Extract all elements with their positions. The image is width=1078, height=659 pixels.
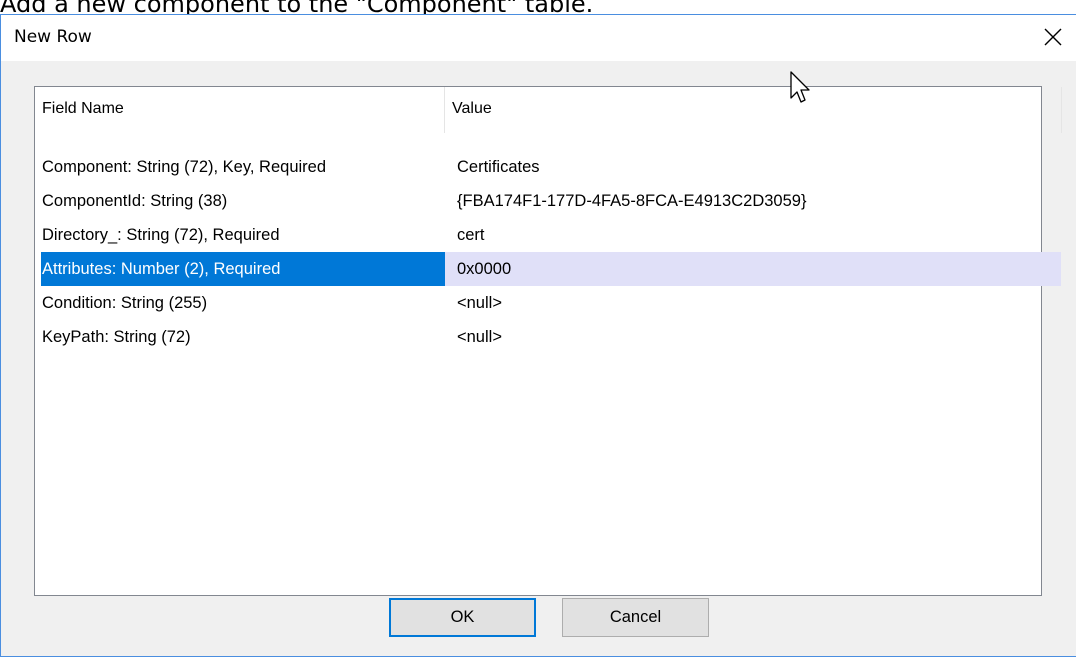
new-row-dialog: New Row Field Name Value Component: Stri… [0, 14, 1077, 657]
value-cell: <null> [457, 328, 502, 346]
column-header-field-name[interactable]: Field Name [35, 87, 445, 133]
field-name-cell: Condition: String (255) [42, 294, 208, 312]
list-row-attributes[interactable]: Attributes: Number (2), Required 0x0000 [35, 252, 1061, 286]
column-header-value[interactable]: Value [445, 87, 1062, 133]
list-header: Field Name Value [35, 87, 1062, 133]
value-cell: <null> [457, 294, 502, 312]
field-name-cell: Attributes: Number (2), Required [42, 260, 281, 278]
ok-button[interactable]: OK [389, 598, 536, 637]
field-list[interactable]: Field Name Value Component: String (72),… [34, 86, 1062, 596]
cancel-button[interactable]: Cancel [562, 598, 709, 637]
close-icon [1044, 28, 1062, 46]
list-row-directory[interactable]: Directory_: String (72), Required cert [35, 218, 1061, 252]
field-name-cell: Component: String (72), Key, Required [42, 158, 327, 176]
value-cell: 0x0000 [457, 260, 512, 278]
value-cell: cert [457, 226, 485, 244]
list-row-component[interactable]: Component: String (72), Key, Required Ce… [35, 150, 1061, 184]
field-name-cell: ComponentId: String (38) [42, 192, 228, 210]
value-cell: {FBA174F1-177D-4FA5-8FCA-E4913C2D3059} [457, 192, 807, 210]
list-row-componentid[interactable]: ComponentId: String (38) {FBA174F1-177D-… [35, 184, 1061, 218]
field-name-cell: KeyPath: String (72) [42, 328, 191, 346]
close-button[interactable] [1033, 19, 1073, 55]
list-row-keypath[interactable]: KeyPath: String (72) <null> [35, 320, 1061, 354]
dialog-title: New Row [14, 27, 92, 47]
mouse-pointer-icon [790, 71, 814, 111]
dialog-titlebar: New Row [1, 15, 1077, 61]
value-cell: Certificates [457, 158, 540, 176]
field-name-cell: Directory_: String (72), Required [42, 226, 280, 244]
list-row-condition[interactable]: Condition: String (255) <null> [35, 286, 1061, 320]
